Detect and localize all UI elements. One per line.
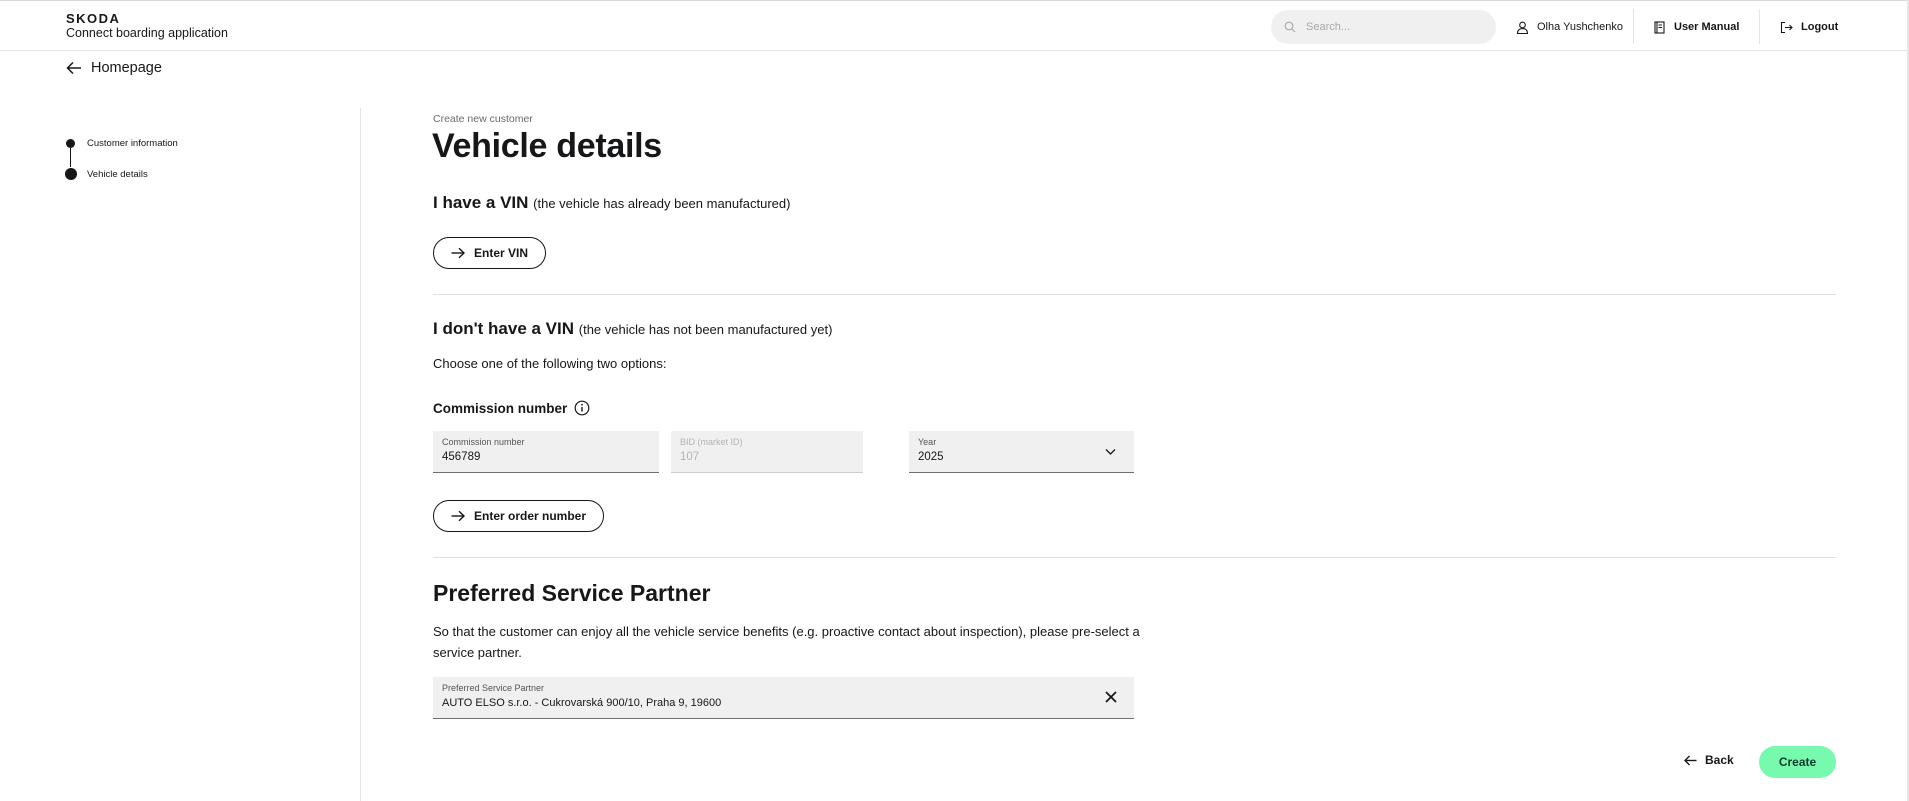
- options-instruction: Choose one of the following two options:: [433, 356, 667, 371]
- header-divider: [1633, 9, 1634, 44]
- arrow-right-icon: [451, 510, 465, 522]
- user-manual-label: User Manual: [1674, 21, 1740, 33]
- header-divider: [1759, 9, 1760, 44]
- step-label: Vehicle details: [87, 168, 148, 180]
- step-label: Customer information: [87, 137, 178, 149]
- no-vin-heading-text: I don't have a VIN: [433, 319, 575, 338]
- enter-order-number-label: Enter order number: [474, 509, 587, 523]
- search-icon: [1284, 21, 1296, 33]
- sidebar-divider: [360, 108, 361, 801]
- preferred-service-partner-field[interactable]: Preferred Service Partner AUTO ELSO s.r.…: [433, 677, 1134, 719]
- year-value: 2025: [918, 451, 944, 463]
- user-manual-link[interactable]: User Manual: [1653, 17, 1739, 37]
- close-icon[interactable]: [1104, 690, 1118, 704]
- homepage-link[interactable]: Homepage: [66, 60, 162, 76]
- bid-market-id-field: BID (market ID) 107: [671, 431, 863, 473]
- no-vin-section-heading: I don't have a VIN (the vehicle has not …: [433, 319, 832, 339]
- section-divider: [433, 557, 1836, 558]
- user-menu[interactable]: Olha Yushchenko: [1516, 17, 1623, 37]
- logout-icon: [1780, 21, 1793, 33]
- field-label: BID (market ID): [680, 437, 743, 447]
- step-vehicle-details[interactable]: Vehicle details: [64, 168, 178, 180]
- bid-value: 107: [680, 451, 700, 463]
- logout-label: Logout: [1801, 21, 1839, 33]
- field-label: Commission number: [442, 437, 525, 447]
- step-dot-active: [64, 168, 77, 180]
- field-label: Preferred Service Partner: [442, 683, 545, 693]
- step-dot: [66, 138, 75, 148]
- enter-vin-button[interactable]: Enter VIN: [433, 237, 547, 269]
- stepper-connector: [70, 148, 71, 167]
- commission-number-value[interactable]: 456789: [442, 450, 650, 465]
- create-button[interactable]: Create: [1759, 746, 1836, 778]
- brand[interactable]: SKODA Connect boarding application: [66, 12, 228, 41]
- book-icon: [1654, 20, 1665, 34]
- arrow-right-icon: [451, 247, 465, 259]
- back-label: Back: [1705, 753, 1734, 767]
- step-customer-information[interactable]: Customer information: [66, 137, 178, 149]
- service-partner-heading: Preferred Service Partner: [433, 580, 711, 606]
- field-label: Year: [918, 437, 937, 447]
- info-icon[interactable]: [574, 400, 590, 416]
- app-header: SKODA Connect boarding application Olha …: [0, 1, 1909, 51]
- arrow-left-icon: [66, 61, 81, 75]
- commission-number-field[interactable]: Commission number 456789: [433, 431, 659, 473]
- year-select[interactable]: Year 2025: [909, 431, 1134, 473]
- progress-stepper: Customer information Vehicle details: [64, 137, 178, 199]
- commission-heading: Commission number: [433, 400, 590, 416]
- logout-button[interactable]: Logout: [1780, 17, 1838, 37]
- vin-subheading: (the vehicle has already been manufactur…: [533, 196, 791, 211]
- enter-order-number-button[interactable]: Enter order number: [433, 500, 605, 532]
- user-name: Olha Yushchenko: [1537, 21, 1624, 33]
- vin-section-heading: I have a VIN (the vehicle has already be…: [433, 193, 790, 213]
- skoda-logo: SKODA: [66, 11, 121, 26]
- search-box[interactable]: [1271, 10, 1496, 44]
- user-icon: [1516, 21, 1529, 34]
- vin-heading-text: I have a VIN: [433, 193, 529, 212]
- breadcrumb: Create new customer: [433, 113, 533, 125]
- no-vin-subheading: (the vehicle has not been manufactured y…: [578, 322, 833, 337]
- chevron-down-icon: [1105, 449, 1116, 455]
- arrow-left-icon: [1684, 755, 1697, 765]
- service-partner-description: So that the customer can enjoy all the v…: [433, 624, 1140, 660]
- homepage-label: Homepage: [91, 60, 162, 76]
- back-button[interactable]: Back: [1684, 753, 1734, 767]
- section-divider: [433, 294, 1836, 295]
- enter-vin-label: Enter VIN: [474, 246, 529, 260]
- service-partner-value[interactable]: AUTO ELSO s.r.o. - Cukrovarská 900/10, P…: [442, 696, 1125, 711]
- page-title: Vehicle details: [432, 127, 662, 165]
- commission-heading-text: Commission number: [433, 400, 568, 416]
- search-input[interactable]: [1306, 21, 1476, 33]
- app-name: Connect boarding application: [66, 26, 228, 40]
